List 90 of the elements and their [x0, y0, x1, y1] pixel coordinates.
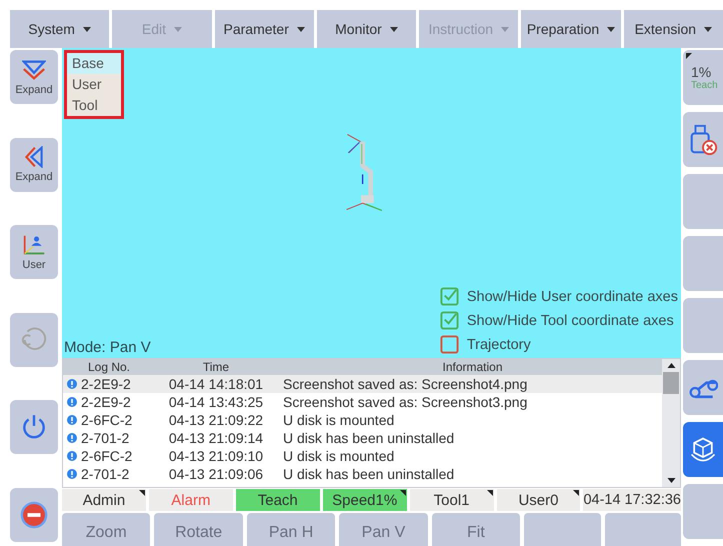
side-button[interactable] [683, 422, 723, 477]
caret-icon [390, 26, 398, 32]
log-row[interactable]: 2-6FC-2 04-13 21:09:10 U disk is mounted [63, 447, 662, 465]
info-icon [67, 451, 77, 461]
side-button[interactable]: Expand [10, 138, 58, 192]
log-row[interactable]: 2-6FC-2 04-13 21:09:22 U disk is mounted [63, 411, 662, 429]
option-label: Trajectory [466, 336, 531, 352]
table-cell: 2-6FC-2 [81, 448, 132, 464]
side-button[interactable] [10, 312, 58, 367]
status-item[interactable]: Admin [62, 489, 146, 511]
table-cell-text: 04-13 21:09:06 [168, 466, 264, 482]
table-cell: 2-2E9-2 [81, 376, 131, 392]
usb-error-icon [688, 124, 718, 156]
scrollbar[interactable] [662, 359, 680, 487]
log-row[interactable]: 2-2E9-2 04-14 13:43:25 Screenshot saved as: Screenshot3.png [63, 393, 662, 411]
power-icon [20, 413, 48, 442]
menu-item[interactable]: System [10, 10, 110, 48]
menu-item[interactable]: Preparation [521, 10, 621, 48]
caret-icon [704, 26, 712, 32]
speed-button[interactable]: 1% Teach [683, 50, 723, 105]
menu-option[interactable]: User [67, 74, 121, 95]
caret-icon [82, 26, 91, 32]
info-icon [67, 433, 77, 443]
status-item[interactable]: Speed1% [322, 489, 407, 511]
table-cell-text: U disk has been uninstalled [282, 430, 456, 446]
table-cell-text: 04-14 14:18:01 [168, 376, 264, 392]
side-button[interactable] [683, 360, 723, 415]
option-label: Show/Hide User coordinate axes [466, 288, 678, 304]
blank-button[interactable] [604, 513, 681, 546]
checkbox[interactable] [440, 311, 459, 330]
corner-triangle-icon [573, 490, 580, 496]
status-item[interactable]: Teach [236, 489, 320, 511]
column-header: Log No. [86, 360, 132, 374]
3d-viewport[interactable]: Base User Tool Mode: Pan V Show/Hide User coordinate axes Show/Hide Tool coordinate axes Trajectory [62, 48, 681, 358]
mode-text: Teach [691, 80, 718, 91]
table-cell-text: 04-13 21:09:10 [168, 448, 264, 464]
side-button[interactable] [10, 488, 58, 542]
scroll-thumb[interactable] [663, 372, 679, 394]
side-button[interactable] [683, 112, 723, 167]
caret-icon [174, 26, 182, 32]
menu-item[interactable]: Extension [624, 10, 723, 48]
emergency-stop-icon [20, 500, 48, 529]
menu-option[interactable]: Base [67, 53, 121, 74]
table-cell-text: U disk has been uninstalled [282, 466, 456, 482]
coordinate-frame-icon [22, 234, 46, 256]
table-cell-text: U disk is mounted [282, 448, 396, 464]
caret-icon [501, 26, 510, 32]
corner-triangle-icon [686, 53, 692, 59]
corner-triangle-icon [486, 490, 493, 496]
menu-item[interactable]: Monitor [316, 10, 416, 48]
info-icon [67, 415, 77, 425]
menu-item[interactable]: Parameter [214, 10, 314, 48]
status-item[interactable]: User0 [496, 489, 580, 511]
menu-option[interactable]: Tool [67, 95, 121, 116]
info-icon [67, 397, 77, 407]
table-cell-text: 04-14 13:43:25 [168, 394, 264, 410]
speed-value: 1% [691, 64, 712, 80]
table-cell: 2-2E9-2 [81, 394, 131, 410]
table-cell-text: 04-13 21:09:22 [168, 412, 264, 428]
info-icon [67, 379, 77, 389]
status-item[interactable]: 04-14 17:32:36 [583, 489, 681, 511]
side-button[interactable] [10, 400, 58, 454]
status-item[interactable]: Tool1 [410, 489, 494, 511]
table-cell-text: U disk is mounted [282, 412, 396, 428]
side-button[interactable]: User [10, 225, 58, 280]
table-cell: 2-701-2 [81, 430, 130, 446]
checkbox[interactable] [440, 335, 459, 354]
log-row[interactable]: 2-701-2 04-13 21:09:06 U disk has been uninstalled [63, 465, 662, 483]
log-row[interactable]: 2-2E9-2 04-14 14:18:01 Screenshot saved as: Screenshot4.png [63, 375, 662, 393]
table-cell-text: Screenshot saved as: Screenshot3.png [282, 394, 528, 410]
blank-button[interactable] [524, 513, 601, 546]
table-cell: 2-6FC-2 [81, 412, 132, 428]
scroll-up-icon[interactable] [666, 363, 676, 368]
scroll-down-icon[interactable] [666, 478, 676, 483]
table-cell-text: Screenshot saved as: Screenshot4.png [282, 376, 528, 392]
side-button[interactable]: Expand [10, 50, 58, 104]
column-header: Information [441, 360, 504, 374]
column-header: Time [202, 360, 230, 374]
corner-triangle-icon [400, 490, 406, 496]
caret-icon [607, 26, 616, 32]
table-cell-text: 04-13 21:09:14 [168, 430, 264, 446]
corner-triangle-icon [138, 490, 145, 496]
info-icon [67, 469, 77, 479]
caret-icon [296, 26, 305, 32]
mode-label: Mode: Pan V [64, 339, 151, 356]
log-row[interactable]: 2-701-2 04-13 21:09:14 U disk has been uninstalled [63, 429, 662, 447]
checkbox[interactable] [440, 287, 459, 306]
table-cell: 2-701-2 [81, 466, 130, 482]
option-label: Show/Hide Tool coordinate axes [466, 312, 674, 328]
chevron-down-icon [22, 58, 46, 80]
